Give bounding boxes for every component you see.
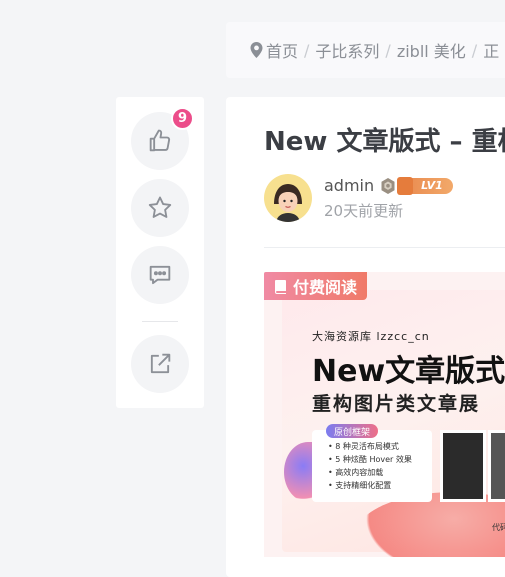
paid-read-label: 付费阅读 — [293, 278, 358, 297]
comment-button[interactable] — [131, 246, 189, 304]
avatar[interactable] — [264, 174, 312, 222]
updated-time: 20天前更新 — [324, 202, 404, 220]
level-badge: LV1 — [397, 176, 453, 195]
like-count-badge: 9 — [171, 107, 194, 130]
breadcrumb: 首页 / 子比系列 / zibll 美化 / 正 — [226, 22, 505, 78]
breadcrumb-home[interactable]: 首页 — [266, 38, 298, 62]
level-label: LV1 — [421, 179, 443, 192]
comment-icon — [149, 265, 171, 285]
cover-feature-item: 高效内容加载 — [328, 466, 432, 479]
breadcrumb-category[interactable]: 子比系列 — [315, 38, 379, 62]
breadcrumb-separator: / — [385, 40, 391, 60]
action-rail: 9 — [116, 97, 204, 408]
cover-headline: New文章版式 — [312, 354, 505, 389]
author-line: admin LV1 — [324, 176, 453, 195]
divider — [264, 247, 505, 248]
thumbs-up-icon — [149, 129, 171, 152]
cover-feature-box: 8 种灵活布局模式 5 种炫酷 Hover 效果 高效内容加载 支持精细化配置 — [312, 430, 432, 502]
cover-subheadline: 重构图片类文章展 — [312, 393, 481, 415]
rail-divider — [142, 321, 178, 322]
share-icon — [150, 353, 171, 374]
location-pin-icon — [250, 42, 263, 58]
cover-tag: 原创框架 — [326, 424, 379, 438]
avatar-image — [264, 174, 312, 222]
article-title: New 文章版式 – 重构 — [264, 127, 505, 157]
share-button[interactable] — [131, 335, 189, 393]
breadcrumb-separator: / — [471, 40, 478, 60]
author-name[interactable]: admin — [324, 176, 374, 195]
book-icon — [275, 279, 286, 294]
favorite-button[interactable] — [131, 179, 189, 237]
paid-read-badge: 付费阅读 — [264, 272, 368, 300]
breadcrumb-subcategory[interactable]: zibll 美化 — [397, 38, 466, 62]
cover-feature-item: 8 种灵活布局模式 — [328, 440, 432, 453]
cover-image[interactable]: 大海资源库 lzzcc_cn New文章版式 重构图片类文章展 8 种灵活布局模… — [264, 272, 505, 557]
cover-feature-item: 5 种炫酷 Hover 效果 — [328, 453, 432, 466]
article-card: New 文章版式 – 重构 admin LV1 20天前更新 付费阅读 大海资源… — [226, 97, 505, 577]
breadcrumb-current: 正 — [483, 42, 500, 61]
breadcrumb-separator: / — [304, 40, 310, 60]
star-icon — [148, 196, 172, 218]
cover-thumbnail — [488, 430, 505, 502]
cover-thumbnail — [440, 430, 486, 502]
verified-badge-icon — [381, 177, 395, 194]
cover-footer-code: 代码 — [492, 523, 505, 532]
cover-site-name: 大海资源库 lzzcc_cn — [312, 330, 430, 343]
cover-feature-item: 支持精细化配置 — [328, 479, 432, 492]
